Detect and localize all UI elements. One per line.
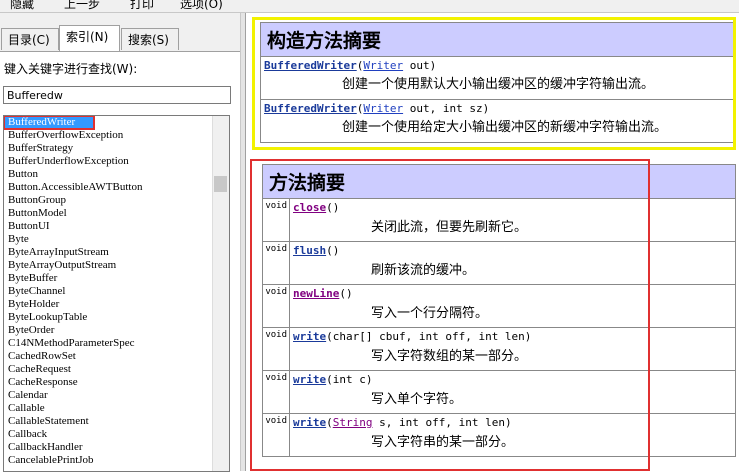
menu-options[interactable]: 选项(O) — [180, 0, 223, 12]
tab-index[interactable]: 索引(N) — [59, 25, 120, 51]
tab-contents[interactable]: 目录(C) — [1, 28, 59, 50]
tab-search[interactable]: 搜索(S) — [121, 28, 179, 50]
index-item[interactable]: BufferOverflowException — [4, 129, 229, 142]
index-list[interactable]: BufferedWriter BufferOverflowException Buf… — [3, 115, 230, 472]
index-item[interactable]: Button — [4, 168, 229, 181]
index-item[interactable]: BufferStrategy — [4, 142, 229, 155]
constructor-highlight-box — [252, 17, 736, 150]
menu-back[interactable]: 上一步 — [64, 0, 100, 12]
menu-bar: 隐藏 上一步 打印 选项(O) — [0, 0, 739, 13]
keyword-input[interactable] — [3, 86, 231, 104]
index-items: BufferedWriter BufferOverflowException Buf… — [4, 116, 229, 467]
index-item[interactable]: BufferUnderflowException — [4, 155, 229, 168]
index-item[interactable]: ByteLookupTable — [4, 311, 229, 324]
index-item[interactable]: ButtonUI — [4, 220, 229, 233]
index-item[interactable]: ByteOrder — [4, 324, 229, 337]
index-item[interactable]: CancelablePrintJob — [4, 454, 229, 467]
index-item[interactable]: CacheResponse — [4, 376, 229, 389]
index-item[interactable]: ByteBuffer — [4, 272, 229, 285]
navigation-pane: 目录(C) 索引(N) 搜索(S) 键入关键字进行查找(W): Buffered… — [0, 13, 240, 472]
index-item[interactable]: Callback — [4, 428, 229, 441]
index-scrollbar[interactable] — [212, 116, 229, 471]
index-item[interactable]: CallableStatement — [4, 415, 229, 428]
index-item[interactable]: BufferedWriter — [4, 116, 95, 130]
index-item[interactable]: CachedRowSet — [4, 350, 229, 363]
index-item[interactable]: Byte — [4, 233, 229, 246]
index-item[interactable]: ByteChannel — [4, 285, 229, 298]
index-item[interactable]: Callable — [4, 402, 229, 415]
index-item[interactable]: ByteHolder — [4, 298, 229, 311]
index-panel: 键入关键字进行查找(W): BufferedWriterBufferOverfl… — [0, 51, 240, 472]
index-item[interactable]: ByteArrayOutputStream — [4, 259, 229, 272]
nav-tabs: 目录(C) 索引(N) 搜索(S) — [0, 25, 240, 51]
content-pane: 构造方法摘要 BufferedWriter(Writer out) 创建一个使用默… — [246, 13, 739, 471]
index-item[interactable]: ButtonGroup — [4, 194, 229, 207]
menu-hide[interactable]: 隐藏 — [10, 0, 34, 12]
method-highlight-box — [250, 159, 650, 471]
keyword-label: 键入关键字进行查找(W): — [4, 62, 138, 76]
index-item[interactable]: Button.AccessibleAWTButton — [4, 181, 229, 194]
menu-print[interactable]: 打印 — [130, 0, 154, 12]
index-item[interactable]: CacheRequest — [4, 363, 229, 376]
index-item[interactable]: CallbackHandler — [4, 441, 229, 454]
scrollbar-thumb[interactable] — [214, 176, 227, 192]
index-item[interactable]: C14NMethodParameterSpec — [4, 337, 229, 350]
index-item[interactable]: ByteArrayInputStream — [4, 246, 229, 259]
index-item[interactable]: Calendar — [4, 389, 229, 402]
index-item[interactable]: ButtonModel — [4, 207, 229, 220]
